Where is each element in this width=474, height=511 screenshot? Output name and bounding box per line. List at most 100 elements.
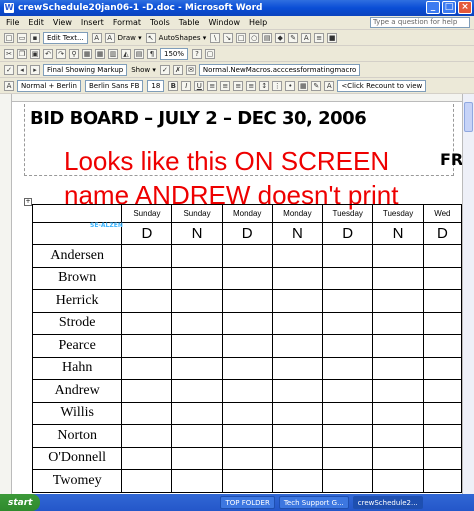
help-search-input[interactable]: Type a question for help: [370, 17, 470, 28]
shift-cell[interactable]: [171, 244, 223, 268]
shift-cell[interactable]: [121, 424, 173, 448]
crew-name-cell[interactable]: Norton: [31, 424, 123, 448]
align-center-icon[interactable]: ≡: [220, 80, 231, 91]
align-left-icon[interactable]: ≡: [207, 80, 218, 91]
vertical-scrollbar[interactable]: [462, 94, 474, 494]
vertical-ruler[interactable]: [0, 94, 12, 494]
minimize-button[interactable]: _: [426, 1, 440, 14]
shift-cell[interactable]: [171, 446, 223, 470]
day-header[interactable]: Sunday: [171, 204, 223, 223]
shift-cell[interactable]: [322, 334, 374, 358]
shift-cell[interactable]: [422, 424, 462, 448]
save-icon[interactable]: ▪: [30, 32, 40, 43]
table-icon[interactable]: ▦: [82, 48, 92, 59]
excel-icon[interactable]: ▦: [95, 48, 105, 59]
rectangle-icon[interactable]: □: [236, 32, 247, 43]
shift-cell[interactable]: [221, 311, 273, 335]
crew-name-cell[interactable]: O'Donnell: [31, 446, 123, 470]
menu-insert[interactable]: Insert: [81, 18, 104, 27]
day-header[interactable]: Tuesday: [322, 204, 374, 223]
crew-name-cell[interactable]: Strode: [31, 311, 123, 335]
shift-cell[interactable]: [322, 356, 374, 380]
paste-icon[interactable]: ▣: [30, 48, 40, 59]
shift-cell[interactable]: [121, 469, 173, 493]
shift-cell[interactable]: [271, 266, 324, 290]
shift-cell[interactable]: [372, 244, 424, 268]
font-color-icon[interactable]: A: [301, 32, 312, 43]
numbering-icon[interactable]: ⋮: [272, 80, 283, 91]
cut-icon[interactable]: ✂: [4, 48, 14, 59]
shift-cell[interactable]: [221, 356, 273, 380]
shift-cell[interactable]: [372, 379, 424, 403]
shift-cell[interactable]: [171, 424, 223, 448]
italic-icon[interactable]: I: [181, 80, 192, 91]
comment-icon[interactable]: ✉: [185, 64, 196, 75]
reject-icon[interactable]: ✗: [172, 64, 183, 75]
show-menu[interactable]: Show ▾: [131, 66, 156, 74]
corner-cell[interactable]: [31, 204, 123, 223]
styles-icon[interactable]: A: [4, 80, 14, 91]
taskbar-item-crew-schedule[interactable]: crewSchedule2...: [352, 496, 423, 509]
accept-icon[interactable]: ✓: [159, 64, 170, 75]
shift-code[interactable]: D: [322, 222, 374, 245]
read-icon[interactable]: ▢: [205, 48, 216, 59]
style-select[interactable]: Normal + Berlin: [17, 79, 81, 92]
day-header[interactable]: Wed: [422, 204, 462, 223]
shift-cell[interactable]: [271, 334, 324, 358]
text-icon[interactable]: A: [91, 32, 102, 43]
shift-cell[interactable]: [322, 379, 374, 403]
shift-cell[interactable]: [322, 401, 374, 425]
shift-code[interactable]: N: [271, 222, 324, 245]
columns-icon[interactable]: ▥: [108, 48, 118, 59]
table-move-handle[interactable]: +: [24, 198, 32, 206]
menu-view[interactable]: View: [53, 18, 72, 27]
shift-cell[interactable]: [121, 289, 173, 313]
shift-cell[interactable]: [271, 446, 324, 470]
crew-name-cell[interactable]: Brown: [31, 266, 123, 290]
horizontal-ruler[interactable]: [12, 94, 462, 102]
shift-cell[interactable]: [221, 334, 273, 358]
shift-cell[interactable]: [372, 356, 424, 380]
draw-menu[interactable]: Draw ▾: [118, 34, 142, 42]
maximize-button[interactable]: □: [442, 1, 456, 14]
open-icon[interactable]: ▭: [17, 32, 27, 43]
copy-icon[interactable]: ❐: [17, 48, 27, 59]
shift-cell[interactable]: [171, 266, 223, 290]
select-icon[interactable]: ↖: [145, 32, 156, 43]
shift-cell[interactable]: [271, 424, 324, 448]
menu-format[interactable]: Format: [113, 18, 141, 27]
textbox-icon[interactable]: ▤: [262, 32, 273, 43]
shift-cell[interactable]: [372, 334, 424, 358]
shift-code[interactable]: N: [171, 222, 223, 245]
oval-icon[interactable]: ○: [249, 32, 260, 43]
next-change-icon[interactable]: ▸: [30, 64, 40, 75]
shift-cell[interactable]: [221, 469, 273, 493]
day-header[interactable]: Tuesday: [372, 204, 424, 223]
shift-cell[interactable]: [422, 311, 462, 335]
crew-name-cell[interactable]: Andersen: [31, 244, 123, 268]
shift-cell[interactable]: [322, 244, 374, 268]
shift-cell[interactable]: [271, 469, 324, 493]
crew-name-cell[interactable]: Andrew: [31, 379, 123, 403]
shift-cell[interactable]: [322, 469, 374, 493]
border-icon[interactable]: ▦: [298, 80, 309, 91]
shift-cell[interactable]: [322, 266, 374, 290]
new-icon[interactable]: □: [4, 32, 14, 43]
shift-cell[interactable]: [271, 311, 324, 335]
arrow-icon[interactable]: ↘: [223, 32, 234, 43]
shift-cell[interactable]: [221, 401, 273, 425]
shift-cell[interactable]: [422, 334, 462, 358]
shift-cell[interactable]: [322, 424, 374, 448]
shift-cell[interactable]: [171, 401, 223, 425]
bullets-icon[interactable]: •: [285, 80, 296, 91]
font-color2-icon[interactable]: A: [324, 80, 335, 91]
crew-name-cell[interactable]: Pearce: [31, 334, 123, 358]
shift-cell[interactable]: [422, 469, 462, 493]
shift-cell[interactable]: [422, 266, 462, 290]
taskbar-item-tech-support[interactable]: Tech Support G...: [278, 496, 349, 509]
shift-cell[interactable]: [322, 311, 374, 335]
shift-cell[interactable]: [171, 311, 223, 335]
crew-name-cell[interactable]: Twomey: [31, 469, 123, 493]
line-color-icon[interactable]: ✎: [288, 32, 299, 43]
autoshapes-menu[interactable]: AutoShapes ▾: [159, 34, 207, 42]
